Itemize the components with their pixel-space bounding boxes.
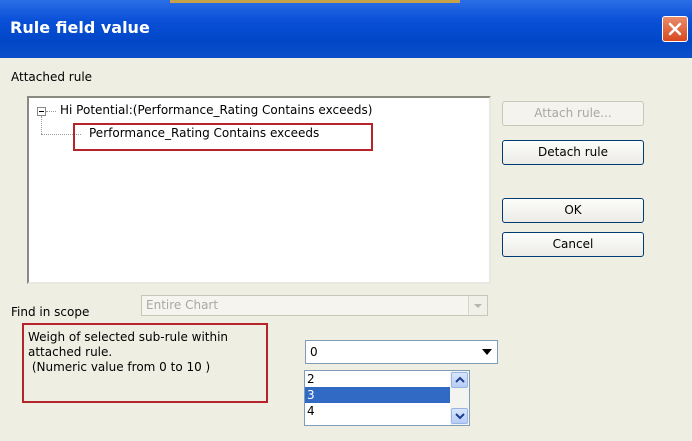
ok-button[interactable]: OK <box>502 198 644 223</box>
title-bar-highlight <box>170 0 460 3</box>
weight-selected-value: 0 <box>310 345 318 359</box>
find-in-scope-label: Find in scope <box>11 305 90 319</box>
tree-connector <box>41 116 42 134</box>
rule-field-value-dialog: Rule field value Attached rule Hi Potent… <box>0 0 692 441</box>
close-button[interactable] <box>662 16 688 42</box>
weight-option-selected[interactable]: 3 <box>305 387 452 403</box>
title-bar: Rule field value <box>0 0 692 58</box>
scroll-up-button[interactable] <box>451 372 468 388</box>
weight-description-line1: Weigh of selected sub-rule within <box>28 330 229 344</box>
cancel-button[interactable]: Cancel <box>502 232 644 257</box>
weight-options-list[interactable]: 2 3 4 <box>304 370 470 426</box>
chevron-down-icon <box>455 413 465 420</box>
list-scrollbar[interactable] <box>450 371 469 425</box>
collapse-icon[interactable] <box>37 107 46 116</box>
weight-description-line2: attached rule. <box>28 345 113 359</box>
close-icon <box>668 22 682 36</box>
weight-option[interactable]: 4 <box>305 403 452 419</box>
attached-rule-label: Attached rule <box>11 70 93 84</box>
annotation-highlight-box <box>73 123 373 151</box>
chevron-down-icon[interactable] <box>468 296 487 315</box>
weight-description-line3: (Numeric value from 0 to 10 ) <box>28 360 211 374</box>
chevron-down-icon[interactable] <box>477 343 495 361</box>
attached-rule-tree[interactable]: Hi Potential:(Performance_Rating Contain… <box>27 96 491 284</box>
dialog-title: Rule field value <box>10 18 150 37</box>
scope-value: Entire Chart <box>146 298 219 312</box>
scroll-down-button[interactable] <box>451 408 468 424</box>
weight-option[interactable]: 2 <box>305 371 452 387</box>
chevron-up-icon <box>455 376 465 383</box>
attach-rule-button[interactable]: Attach rule... <box>502 101 644 126</box>
dialog-body: Attached rule Hi Potential:(Performance_… <box>0 58 692 441</box>
tree-connector <box>46 111 56 112</box>
weight-dropdown[interactable]: 0 <box>305 340 498 364</box>
scope-dropdown[interactable]: Entire Chart <box>141 295 488 316</box>
tree-node-root[interactable]: Hi Potential:(Performance_Rating Contain… <box>60 103 372 117</box>
detach-rule-button[interactable]: Detach rule <box>502 140 644 165</box>
